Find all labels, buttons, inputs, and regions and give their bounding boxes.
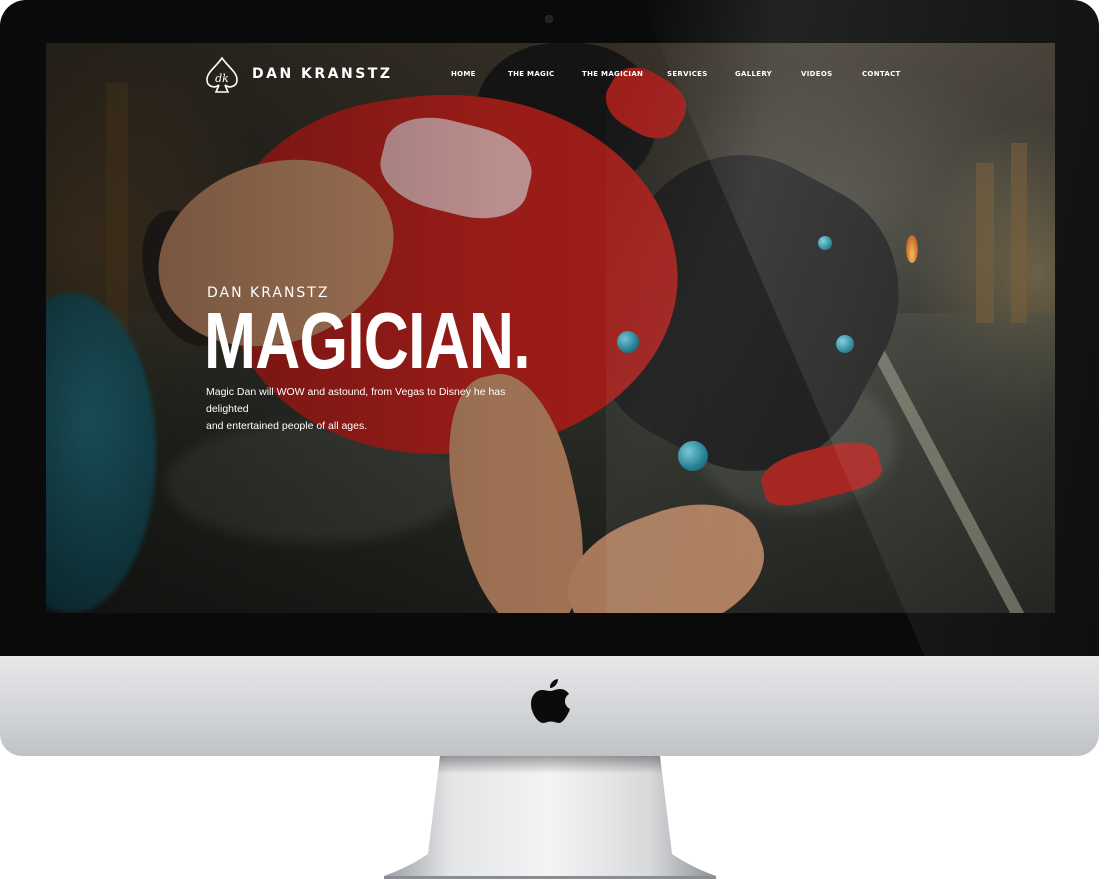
nav-videos[interactable]: VIDEOS	[801, 70, 832, 78]
site-header: dk DAN KRANSTZ HOME THE MAGIC THE MAGICI…	[46, 43, 1055, 113]
display-bezel: dk DAN KRANSTZ HOME THE MAGIC THE MAGICI…	[0, 0, 1099, 656]
imac-stand	[384, 756, 716, 879]
website-screen: dk DAN KRANSTZ HOME THE MAGIC THE MAGICI…	[46, 43, 1055, 613]
nav-the-magician[interactable]: THE MAGICIAN	[582, 70, 643, 78]
text-overlay	[46, 43, 1055, 613]
camera-icon	[545, 15, 553, 23]
hero-headline: MAGICIAN.	[204, 296, 531, 385]
nav-the-magic[interactable]: THE MAGIC	[508, 70, 554, 78]
nav-contact[interactable]: CONTACT	[862, 70, 901, 78]
hero-tagline-line: Magic Dan will WOW and astound, from Veg…	[206, 386, 506, 415]
hero-tagline-line: and entertained people of all ages.	[206, 420, 368, 432]
apple-icon	[531, 679, 570, 723]
hero-tagline: Magic Dan will WOW and astound, from Veg…	[206, 384, 546, 435]
nav-home[interactable]: HOME	[451, 70, 476, 78]
nav-gallery[interactable]: GALLERY	[735, 70, 772, 78]
hero-background	[46, 43, 1055, 613]
imac-mockup: dk DAN KRANSTZ HOME THE MAGIC THE MAGICI…	[0, 0, 1099, 883]
main-nav: HOME THE MAGIC THE MAGICIAN SERVICES GAL…	[46, 70, 1055, 84]
nav-services[interactable]: SERVICES	[667, 70, 708, 78]
